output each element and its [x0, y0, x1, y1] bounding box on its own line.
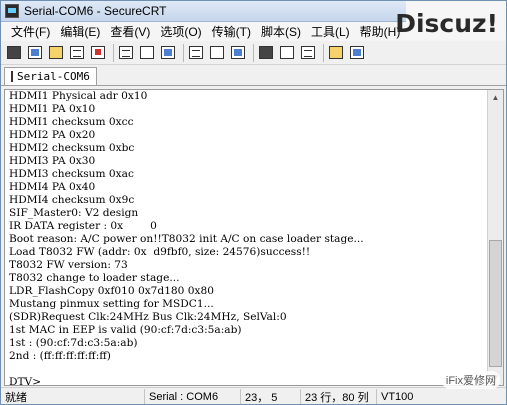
- connect-tab-icon[interactable]: [47, 44, 65, 62]
- disconnect-icon[interactable]: [89, 44, 107, 62]
- menu-view[interactable]: 查看(V): [105, 23, 155, 40]
- terminal-line: HDMI4 PA 0x40: [9, 181, 96, 193]
- tab-label: Serial-COM6: [17, 70, 90, 83]
- terminal-line: (SDR)Request Clk:24MHz Bus Clk:24MHz, Se…: [9, 311, 287, 323]
- toolbar: [1, 41, 506, 65]
- terminal-line: HDMI4 checksum 0x9c: [9, 194, 135, 206]
- menu-tools[interactable]: 工具(L): [306, 23, 355, 40]
- menu-file[interactable]: 文件(F): [6, 23, 55, 40]
- status-bar: 就绪 Serial : COM6 23， 5 23 行，80 列 VT100: [1, 387, 506, 404]
- terminal-pane[interactable]: HDMI1 Physical adr 0x10 HDMI1 PA 0x10 HDMI…: [4, 89, 504, 386]
- terminal-line: HDMI3 checksum 0xac: [9, 168, 134, 180]
- help-icon[interactable]: [327, 44, 345, 62]
- terminal-line: IR DATA register : 0x 0: [9, 220, 157, 232]
- scroll-up-icon[interactable]: ▲: [488, 90, 503, 105]
- status-ready: 就绪: [5, 391, 27, 404]
- menu-edit[interactable]: 编辑(E): [55, 23, 105, 40]
- terminal-line: HDMI2 checksum 0xbc: [9, 142, 135, 154]
- status-emulation: VT100: [376, 388, 506, 404]
- terminal-line: 1st MAC in EEP is valid (90:cf:7d:c3:5a:…: [9, 324, 242, 336]
- menu-options[interactable]: 选项(O): [155, 23, 206, 40]
- securecrt-window: Serial-COM6 - SecureCRT Discuz! 文件(F) 编辑…: [0, 0, 507, 405]
- window-title: Serial-COM6 - SecureCRT: [24, 4, 167, 18]
- toolbar-separator: [183, 43, 184, 62]
- toolbar-separator: [253, 43, 254, 62]
- terminal-line: SIF_Master0: V2 design: [9, 207, 139, 219]
- about-icon[interactable]: [348, 44, 366, 62]
- terminal-line: Load T8032 FW (addr: 0x d9fbf0, size: 24…: [9, 246, 311, 258]
- sftp-icon[interactable]: [229, 44, 247, 62]
- find-icon[interactable]: [159, 44, 177, 62]
- print-icon[interactable]: [187, 44, 205, 62]
- reconnect-icon[interactable]: [68, 44, 86, 62]
- terminal-line: HDMI1 Physical adr 0x10: [9, 90, 148, 102]
- menu-transfer[interactable]: 传输(T): [207, 23, 256, 40]
- print-setup-icon[interactable]: [208, 44, 226, 62]
- terminal-line: HDMI1 checksum 0xcc: [9, 116, 134, 128]
- terminal-line: 2nd : (ff:ff:ff:ff:ff:ff): [9, 350, 111, 362]
- tab-serial-com6[interactable]: Serial-COM6: [4, 67, 97, 85]
- watermark-bottom: iFix爱修网: [441, 371, 500, 389]
- terminal-line: DTV>: [9, 376, 42, 385]
- terminal-output[interactable]: HDMI1 Physical adr 0x10 HDMI1 PA 0x10 HDMI…: [5, 90, 488, 385]
- scrollbar-thumb[interactable]: [489, 240, 502, 367]
- terminal-line: HDMI2 PA 0x20: [9, 129, 96, 141]
- watermark-logo: Discuz!: [395, 9, 498, 38]
- quick-connect-icon[interactable]: [26, 44, 44, 62]
- toolbar-separator: [323, 43, 324, 62]
- status-session: Serial : COM6: [144, 388, 240, 404]
- menu-script[interactable]: 脚本(S): [256, 23, 306, 40]
- paste-icon[interactable]: [138, 44, 156, 62]
- session-options-icon[interactable]: [257, 44, 275, 62]
- toolbar-separator: [113, 43, 114, 62]
- tab-status-icon: [11, 71, 13, 82]
- terminal-line: 1st : (90:cf:7d:c3:5a:ab): [9, 337, 138, 349]
- status-terminal-size: 23 行，80 列: [300, 388, 376, 404]
- status-cursor-position: 23， 5: [240, 388, 300, 404]
- session-tab-strip: Serial-COM6: [1, 66, 506, 86]
- vertical-scrollbar[interactable]: ▲ ▼: [487, 90, 503, 385]
- terminal-line: Mustang pinmux setting for MSDC1...: [9, 298, 214, 310]
- terminal-line: Boot reason: A/C power on!!T8032 init A/…: [9, 233, 364, 245]
- copy-icon[interactable]: [117, 44, 135, 62]
- connect-icon[interactable]: [5, 44, 23, 62]
- securecrt-app-icon: [5, 4, 19, 18]
- terminal-line: HDMI3 PA 0x30: [9, 155, 96, 167]
- terminal-line: T8032 FW version: 73: [9, 259, 128, 271]
- terminal-line: LDR_FlashCopy 0xf010 0x7d180 0x80: [9, 285, 214, 297]
- terminal-line: HDMI1 PA 0x10: [9, 103, 96, 115]
- keymap-icon[interactable]: [299, 44, 317, 62]
- global-options-icon[interactable]: [278, 44, 296, 62]
- terminal-line: T8032 change to loader stage...: [9, 272, 180, 284]
